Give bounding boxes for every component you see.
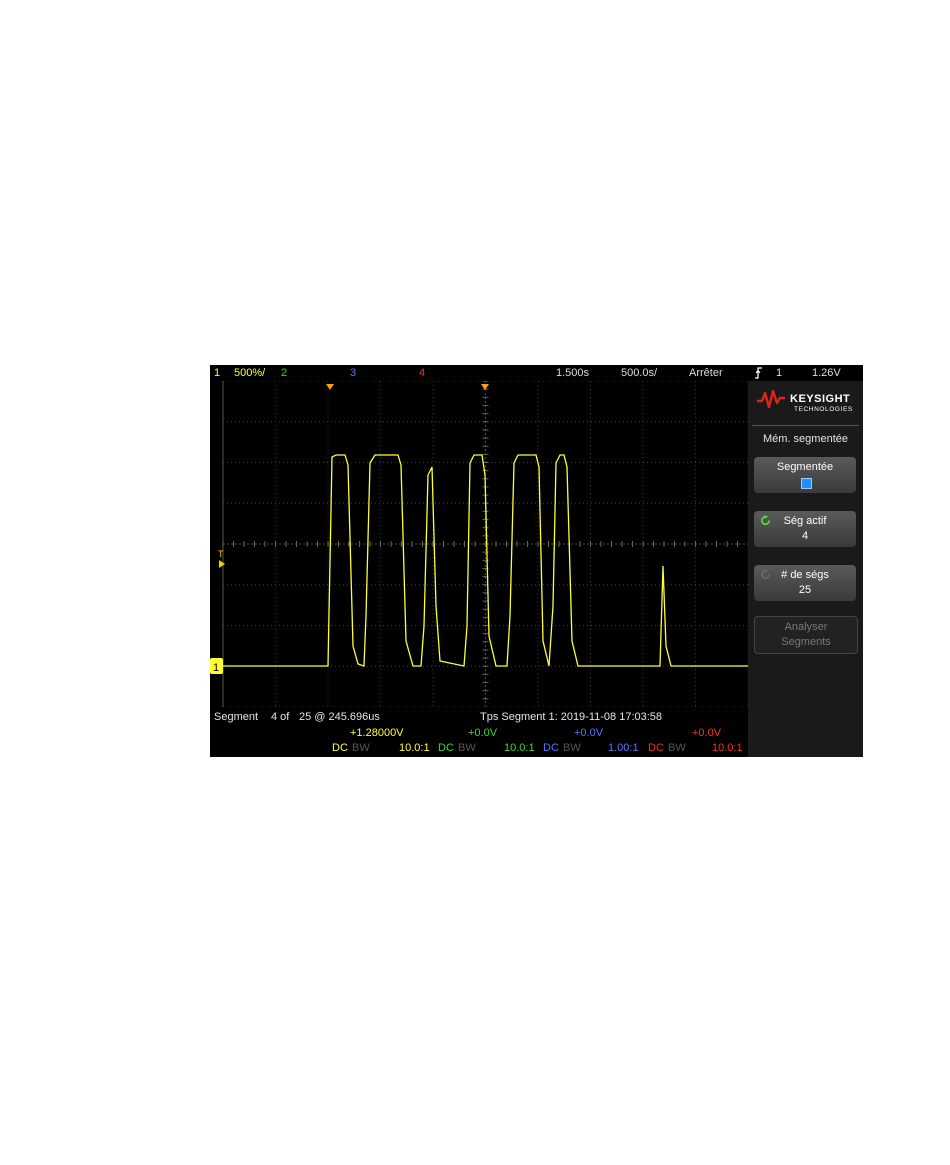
ch1-scale[interactable]: 500%/ (234, 365, 265, 381)
ch3-probe: 1.00:1 (608, 742, 639, 754)
ch1-offset[interactable]: +1.28000V (350, 727, 404, 740)
ch2-coupling: DC (438, 742, 454, 754)
ch1-probe: 10.0:1 (399, 742, 430, 754)
ch3-coupling: DC (543, 742, 559, 754)
trigger-level-marker (219, 560, 225, 568)
ch1-bw: BW (352, 742, 370, 754)
trigger-level-label: T (218, 549, 224, 559)
ch3-number[interactable]: 3 (350, 365, 356, 381)
ch1-waveform (210, 454, 748, 667)
ch4-probe: 10.0:1 (712, 742, 743, 754)
ch2-number[interactable]: 2 (281, 365, 287, 381)
ch1-number[interactable]: 1 (214, 365, 220, 381)
softkey-analyze-line1: Analyser (784, 621, 828, 633)
ch1-ground-label: 1 (213, 662, 219, 674)
softkey-segmented-label: Segmentée (776, 461, 834, 473)
logo-text: KEYSIGHT (790, 393, 851, 405)
softkey-analyze-segments[interactable]: Analyser Segments (754, 616, 858, 654)
softkey-analyze-line2: Segments (781, 636, 831, 648)
softkey-active-segment[interactable]: Ség actif 4 (754, 511, 856, 547)
oscilloscope-screen: 1 500%/ 2 3 4 1.500s 500.0s/ Arrêter 1 1… (210, 365, 863, 757)
ch4-number[interactable]: 4 (419, 365, 425, 381)
ch4-coupling: DC (648, 742, 664, 754)
ch2-offset[interactable]: +0.0V (468, 727, 497, 740)
status-bar: 1 500%/ 2 3 4 1.500s 500.0s/ Arrêter 1 1… (210, 365, 863, 381)
segment-count-time: 25 @ 245.696us (299, 711, 380, 723)
logo-subtext: TECHNOLOGIES (794, 406, 853, 413)
trigger-level[interactable]: 1.26V (812, 365, 841, 381)
segment-index: 4 of (271, 711, 290, 723)
segment-timestamp: Tps Segment 1: 2019-11-08 17:03:58 (480, 711, 663, 723)
ch2-probe: 10.0:1 (504, 742, 535, 754)
ch1-coupling: DC (332, 742, 348, 754)
softkey-segment-count-label: # de ségs (781, 569, 829, 581)
softkey-segmented[interactable]: Segmentée (754, 457, 856, 493)
run-state[interactable]: Arrêter (689, 365, 723, 381)
ch2-bw: BW (458, 742, 476, 754)
time-delay[interactable]: 1.500s (556, 365, 589, 381)
segment-label: Segment (214, 711, 259, 723)
ch4-bw: BW (668, 742, 686, 754)
softkey-segment-count-value: 25 (798, 584, 812, 596)
softkey-active-segment-value: 4 (801, 530, 809, 542)
time-scale[interactable]: 500.0s/ (621, 365, 657, 381)
softkey-panel: KEYSIGHT TECHNOLOGIES Mém. segmentée Seg… (748, 381, 863, 757)
title-divider (752, 425, 859, 426)
softkey-segment-count[interactable]: # de ségs 25 (754, 565, 856, 601)
trigger-position-marker (326, 384, 334, 390)
keysight-wave-icon (757, 389, 785, 409)
menu-title: Mém. segmentée (763, 433, 848, 445)
ch4-offset[interactable]: +0.0V (692, 727, 721, 740)
graticule: T 1 (210, 381, 748, 707)
ch3-offset[interactable]: +0.0V (574, 727, 603, 740)
ch3-bw: BW (563, 742, 581, 754)
trigger-channel[interactable]: 1 (776, 365, 782, 381)
keysight-logo: KEYSIGHT TECHNOLOGIES (756, 387, 856, 417)
checkbox-icon (801, 478, 812, 489)
softkey-active-segment-label: Ség actif (783, 515, 827, 527)
